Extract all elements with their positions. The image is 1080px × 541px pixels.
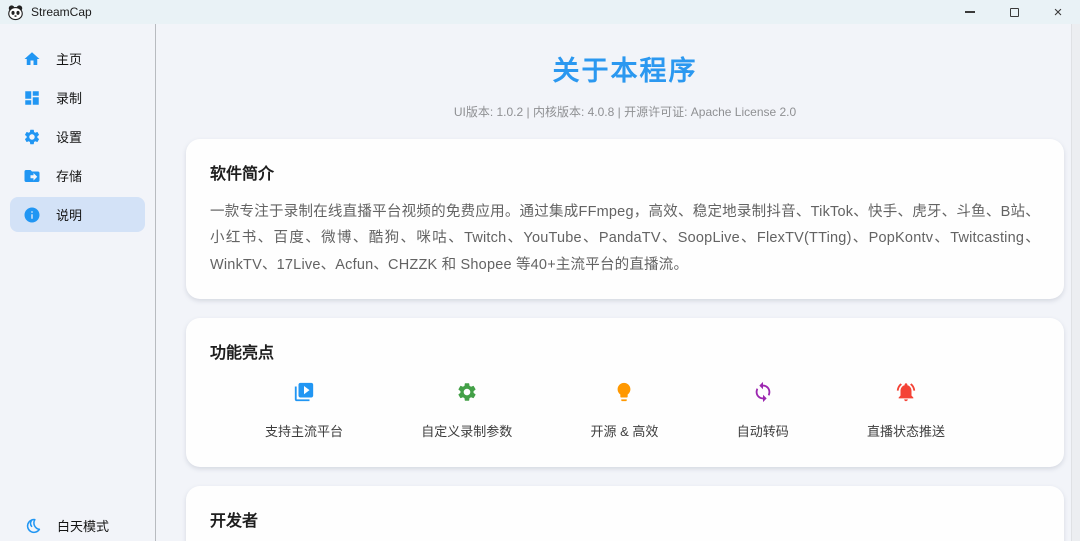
bell-icon — [895, 381, 917, 408]
sidebar-item-label: 录制 — [56, 88, 82, 107]
gear-icon — [456, 381, 478, 408]
window-controls: × — [948, 0, 1080, 24]
lightbulb-icon — [613, 381, 635, 408]
window-title: StreamCap — [31, 5, 92, 19]
maximize-icon — [1010, 8, 1019, 17]
sidebar-item-settings[interactable]: 设置 — [10, 119, 145, 154]
feature-label: 自定义录制参数 — [421, 421, 512, 440]
sidebar-item-label: 主页 — [56, 49, 82, 68]
sidebar: 主页 录制 设置 存储 说明 — [0, 24, 156, 541]
version-line: UI版本: 1.0.2 | 内核版本: 4.0.8 | 开源许可证: Apach… — [186, 103, 1064, 120]
sidebar-item-record[interactable]: 录制 — [10, 80, 145, 115]
sidebar-item-label: 存储 — [56, 166, 82, 185]
minimize-icon — [965, 11, 975, 12]
feature-label: 开源 & 高效 — [591, 421, 659, 440]
sidebar-item-home[interactable]: 主页 — [10, 41, 145, 76]
features-card: 功能亮点 支持主流平台 自定义录制参数 — [186, 318, 1064, 467]
info-icon — [23, 206, 41, 224]
features-card-title: 功能亮点 — [210, 339, 1040, 363]
theme-toggle[interactable]: 白天模式 — [0, 516, 155, 535]
feature-open-source: 开源 & 高效 — [591, 381, 659, 440]
developer-card: 开发者 Hmily 作者 — [186, 486, 1064, 541]
close-button[interactable]: × — [1036, 0, 1080, 24]
developer-card-title: 开发者 — [210, 507, 1040, 531]
intro-card: 软件简介 一款专注于录制在线直播平台视频的免费应用。通过集成FFmpeg，高效、… — [186, 139, 1064, 299]
app-body: 主页 录制 设置 存储 说明 — [0, 24, 1080, 541]
video-library-icon — [293, 381, 315, 408]
settings-gear-icon — [23, 128, 41, 146]
minimize-button[interactable] — [948, 0, 992, 24]
app-logo-panda-icon — [7, 4, 24, 21]
storage-folder-icon — [23, 167, 41, 185]
sidebar-item-storage[interactable]: 存储 — [10, 158, 145, 193]
feature-custom-params: 自定义录制参数 — [421, 381, 512, 440]
features-row: 支持主流平台 自定义录制参数 开源 & 高效 — [210, 381, 1040, 446]
sidebar-item-label: 设置 — [56, 127, 82, 146]
sync-icon — [752, 381, 774, 408]
main-content: 关于本程序 UI版本: 1.0.2 | 内核版本: 4.0.8 | 开源许可证:… — [156, 24, 1080, 541]
sidebar-item-label: 说明 — [56, 205, 82, 224]
maximize-button[interactable] — [992, 0, 1036, 24]
record-grid-icon — [23, 89, 41, 107]
scrollbar[interactable] — [1071, 24, 1080, 541]
feature-label: 直播状态推送 — [867, 421, 945, 440]
intro-card-body: 一款专注于录制在线直播平台视频的免费应用。通过集成FFmpeg，高效、稳定地录制… — [210, 199, 1040, 278]
feature-transcode: 自动转码 — [737, 381, 789, 440]
home-icon — [23, 50, 41, 68]
sidebar-item-about[interactable]: 说明 — [10, 197, 145, 232]
feature-status-push: 直播状态推送 — [867, 381, 945, 440]
theme-toggle-label: 白天模式 — [57, 516, 109, 535]
close-icon: × — [1054, 5, 1063, 20]
moon-icon — [24, 517, 42, 535]
feature-platforms: 支持主流平台 — [265, 381, 343, 440]
titlebar: StreamCap × — [0, 0, 1080, 24]
page-title: 关于本程序 — [186, 49, 1064, 88]
feature-label: 支持主流平台 — [265, 421, 343, 440]
intro-card-title: 软件简介 — [210, 160, 1040, 184]
feature-label: 自动转码 — [737, 421, 789, 440]
